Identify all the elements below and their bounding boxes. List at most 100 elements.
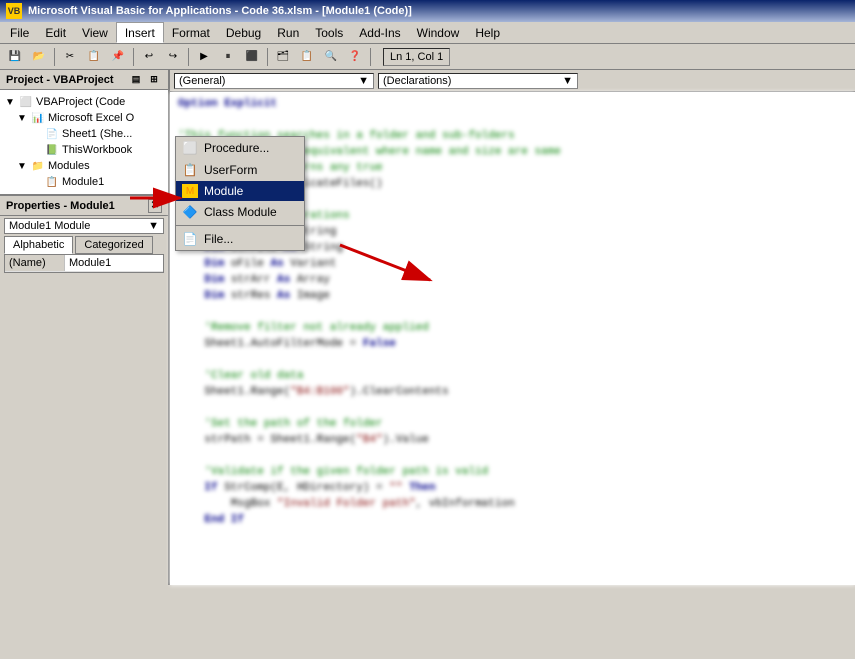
- menu-item-file[interactable]: 📄 File...: [176, 228, 304, 250]
- tree-icon-module1: 📋: [44, 175, 60, 189]
- toolbar-sep-2: [133, 48, 134, 66]
- toolbar-btn-1[interactable]: 💾: [4, 46, 26, 68]
- toolbar-break[interactable]: ⏸: [217, 46, 239, 68]
- code-line-15: 'Remove filter not already applied: [178, 320, 847, 336]
- code-line-20: [178, 400, 847, 416]
- module-label: Module: [204, 184, 243, 198]
- code-line-24: 'Validate if the given folder path is va…: [178, 464, 847, 480]
- menu-tools[interactable]: Tools: [307, 22, 351, 43]
- menu-item-classmodule[interactable]: 🔷 Class Module: [176, 201, 304, 223]
- menu-view[interactable]: View: [74, 22, 116, 43]
- menu-help[interactable]: Help: [467, 22, 508, 43]
- code-line-26: MsgBox "Invalid Folder path", vbInformat…: [178, 496, 847, 512]
- properties-panel: Properties - Module1 ✕ Module1 Module ▼ …: [0, 194, 168, 273]
- code-line-25: If StrComp(E, HDirectory) = "" Then: [178, 480, 847, 496]
- toolbar: 💾 📂 ✂ 📋 📌 ↩ ↪ ▶ ⏸ ⬛ 🗂 📋 🔍 ❓ Ln 1, Col 1: [0, 44, 855, 70]
- tree-label-sheet1: Sheet1 (She...: [62, 128, 132, 140]
- menu-edit[interactable]: Edit: [37, 22, 74, 43]
- menu-window[interactable]: Window: [409, 22, 468, 43]
- toolbar-run[interactable]: ▶: [193, 46, 215, 68]
- cursor-status: Ln 1, Col 1: [383, 48, 450, 66]
- toolbar-sep-4: [267, 48, 268, 66]
- toolbar-sep-5: [370, 48, 371, 66]
- tree-expand-modules: ▼: [16, 161, 28, 172]
- tree-icon-modules: 📁: [30, 159, 46, 173]
- tree-item-sheet1[interactable]: 📄 Sheet1 (She...: [2, 126, 166, 142]
- classmodule-icon: 🔷: [182, 204, 198, 220]
- prop-val-name[interactable]: Module1: [65, 255, 163, 271]
- tree-label-msexcel: Microsoft Excel O: [48, 112, 134, 124]
- classmodule-label: Class Module: [204, 205, 277, 219]
- left-panel: Project - VBAProject ▤ ⊞ ▼ ⬜ VBAProject …: [0, 70, 170, 585]
- tree-item-modules[interactable]: ▼ 📁 Modules: [2, 158, 166, 174]
- procedure-dropdown-arrow: ▼: [562, 75, 573, 87]
- tab-categorized[interactable]: Categorized: [75, 236, 152, 254]
- userform-icon: 📋: [182, 162, 198, 178]
- project-toggle-icon[interactable]: ⊞: [146, 72, 162, 88]
- tree-item-thisworkbook[interactable]: 📗 ThisWorkbook: [2, 142, 166, 158]
- properties-tabs: Alphabetic Categorized: [4, 236, 164, 255]
- toolbar-reset[interactable]: ⬛: [241, 46, 263, 68]
- toolbar-sep-3: [188, 48, 189, 66]
- tree-icon-thisworkbook: 📗: [44, 143, 60, 157]
- properties-dropdown-arrow: ▼: [148, 220, 159, 232]
- code-line-14: [178, 304, 847, 320]
- code-line-16: Sheet1.AutoFilterMode = False: [178, 336, 847, 352]
- project-panel-header: Project - VBAProject ▤ ⊞: [0, 70, 168, 90]
- tree-label-thisworkbook: ThisWorkbook: [62, 144, 132, 156]
- toolbar-cut[interactable]: ✂: [59, 46, 81, 68]
- properties-object-dropdown[interactable]: Module1 Module ▼: [4, 218, 164, 234]
- tree-item-vbaproject[interactable]: ▼ ⬜ VBAProject (Code: [2, 94, 166, 110]
- tree-icon-msexcel: 📊: [30, 111, 46, 125]
- code-line-21: 'Set the path of the folder: [178, 416, 847, 432]
- toolbar-props[interactable]: 📋: [296, 46, 318, 68]
- object-dropdown-arrow: ▼: [358, 75, 369, 87]
- toolbar-redo[interactable]: ↪: [162, 46, 184, 68]
- menu-run[interactable]: Run: [269, 22, 307, 43]
- module-icon: M: [182, 184, 198, 198]
- insert-dropdown-menu: ⬜ Procedure... 📋 UserForm M Module 🔷 Cla…: [175, 136, 305, 251]
- project-panel: Project - VBAProject ▤ ⊞ ▼ ⬜ VBAProject …: [0, 70, 168, 194]
- tree-item-msexcel[interactable]: ▼ 📊 Microsoft Excel O: [2, 110, 166, 126]
- properties-title: Properties - Module1: [6, 200, 115, 212]
- menu-addins[interactable]: Add-Ins: [351, 22, 408, 43]
- tree-icon-sheet1: 📄: [44, 127, 60, 141]
- code-line-17: [178, 352, 847, 368]
- file-label: File...: [204, 232, 233, 246]
- toolbar-btn-2[interactable]: 📂: [28, 46, 50, 68]
- code-line-23: [178, 448, 847, 464]
- procedure-dropdown[interactable]: (Declarations) ▼: [378, 73, 578, 89]
- object-dropdown[interactable]: (General) ▼: [174, 73, 374, 89]
- procedure-dropdown-value: (Declarations): [383, 75, 451, 87]
- toolbar-help[interactable]: ❓: [344, 46, 366, 68]
- tree-item-module1[interactable]: 📋 Module1: [2, 174, 166, 190]
- toolbar-undo[interactable]: ↩: [138, 46, 160, 68]
- code-line-11: Dim oFile As Variant: [178, 256, 847, 272]
- tree-expand-vbaproject: ▼: [4, 97, 16, 108]
- code-line-12: Dim strArr As Array: [178, 272, 847, 288]
- userform-label: UserForm: [204, 163, 257, 177]
- title-bar: VB Microsoft Visual Basic for Applicatio…: [0, 0, 855, 22]
- menu-item-module[interactable]: M Module: [176, 181, 304, 201]
- title-text: Microsoft Visual Basic for Applications …: [28, 5, 412, 17]
- tab-alphabetic[interactable]: Alphabetic: [4, 236, 73, 254]
- menu-file[interactable]: File: [2, 22, 37, 43]
- menu-debug[interactable]: Debug: [218, 22, 269, 43]
- menu-format[interactable]: Format: [164, 22, 218, 43]
- toolbar-objbrowser[interactable]: 🔍: [320, 46, 342, 68]
- properties-close-btn[interactable]: ✕: [148, 199, 162, 213]
- toolbar-copy[interactable]: 📋: [83, 46, 105, 68]
- prop-key-name: (Name): [5, 255, 65, 271]
- code-line-22: strPath = Sheet1.Range("B4").Value: [178, 432, 847, 448]
- code-toolbar: (General) ▼ (Declarations) ▼: [170, 70, 855, 92]
- toolbar-prjexplorer[interactable]: 🗂: [272, 46, 294, 68]
- toolbar-paste[interactable]: 📌: [107, 46, 129, 68]
- project-view-icon[interactable]: ▤: [128, 72, 144, 88]
- code-line-1: Option Explicit: [178, 96, 847, 112]
- properties-dropdown-value: Module1 Module: [9, 220, 90, 232]
- menu-item-userform[interactable]: 📋 UserForm: [176, 159, 304, 181]
- code-line-27: End If: [178, 512, 847, 528]
- code-line-18: 'Clear old data: [178, 368, 847, 384]
- menu-insert[interactable]: Insert: [116, 22, 164, 43]
- menu-item-procedure[interactable]: ⬜ Procedure...: [176, 137, 304, 159]
